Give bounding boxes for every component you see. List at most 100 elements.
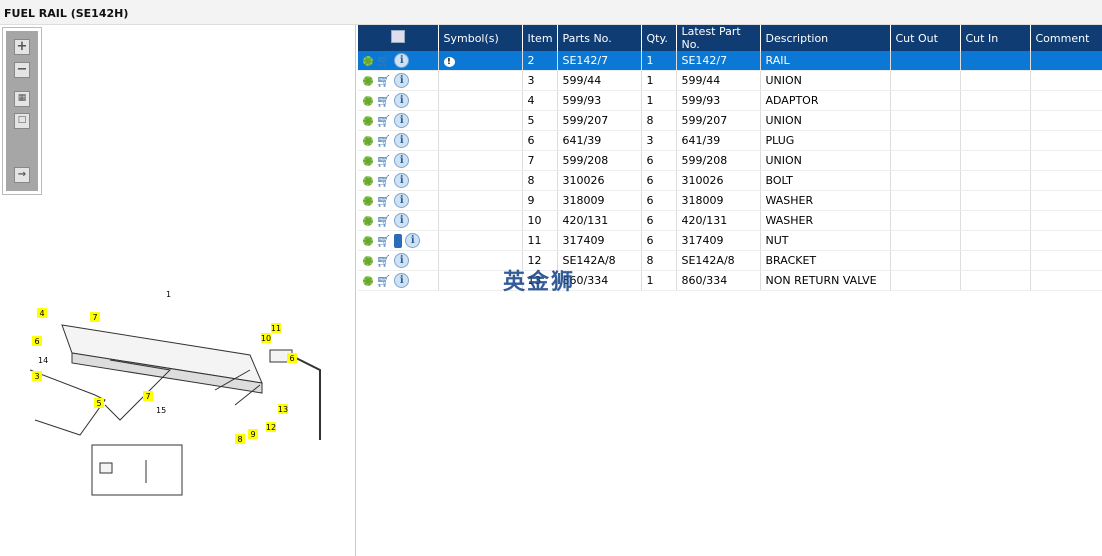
cart-icon[interactable]: 🛒︎ (376, 154, 391, 168)
qty-cell: 1 (641, 270, 677, 291)
table-row[interactable]: 🛒︎ i 6 641/39 3 641/39 PLUG (358, 130, 1102, 151)
table-row[interactable]: 🛒︎ i 5 599/207 8 599/207 UNION (358, 110, 1102, 131)
gear-icon[interactable] (363, 135, 373, 146)
callout-label[interactable]: 5 (94, 398, 104, 408)
gear-icon[interactable] (363, 275, 373, 286)
cart-icon[interactable]: 🛒︎ (376, 254, 391, 268)
gear-icon[interactable] (363, 175, 373, 186)
latest-part-no-cell: 599/208 (676, 150, 761, 171)
info-icon[interactable]: i (394, 133, 410, 148)
callout-label[interactable]: 13 (278, 404, 288, 414)
qty-cell: 6 (641, 230, 677, 251)
comment-cell (1030, 230, 1102, 251)
item-cell: 10 (522, 210, 558, 231)
header-item[interactable]: Item (522, 25, 558, 51)
info-icon[interactable]: i (394, 93, 410, 108)
cart-icon[interactable]: 🛒︎ (376, 194, 391, 208)
cut-in-cell (960, 70, 1031, 91)
info-icon[interactable]: i (394, 253, 410, 268)
table-row[interactable]: 🛒︎ i 4 599/93 1 599/93 ADAPTOR (358, 90, 1102, 111)
book-icon[interactable] (394, 233, 403, 248)
gear-icon[interactable] (363, 255, 373, 266)
comment-cell (1030, 51, 1102, 71)
info-icon[interactable]: i (394, 193, 410, 208)
row-actions: 🛒︎ i (358, 110, 439, 131)
callout-label[interactable]: 6 (32, 336, 42, 346)
header-description[interactable]: Description (760, 25, 891, 51)
info-icon[interactable]: i (394, 53, 410, 68)
header-search[interactable] (358, 25, 439, 51)
info-icon[interactable]: i (394, 113, 410, 128)
table-row[interactable]: 🛒︎ i 12 SE142A/8 8 SE142A/8 BRACKET (358, 250, 1102, 271)
callout-label[interactable]: 9 (248, 429, 258, 439)
header-parts-no[interactable]: Parts No. (557, 25, 642, 51)
callout-label[interactable]: 7 (90, 312, 100, 322)
callout-label[interactable]: 10 (261, 333, 271, 343)
table-row[interactable]: 🛒︎ i 8 310026 6 310026 BOLT (358, 170, 1102, 191)
cart-icon[interactable]: 🛒︎ (376, 54, 391, 68)
callout-label[interactable]: 7 (143, 391, 153, 401)
info-icon[interactable]: i (394, 153, 410, 168)
cut-out-cell (890, 190, 961, 211)
comment-cell (1030, 150, 1102, 171)
header-latest-part-no[interactable]: Latest Part No. (676, 25, 761, 51)
cart-icon[interactable]: 🛒︎ (376, 274, 391, 288)
row-actions: 🛒︎ i (358, 170, 439, 191)
gear-icon[interactable] (363, 195, 373, 206)
gear-icon[interactable] (363, 95, 373, 106)
svg-text:4: 4 (39, 309, 44, 318)
table-row[interactable]: 🛒︎ i 11 317409 6 317409 NUT (358, 230, 1102, 251)
warning-bubble-icon[interactable]: ! (443, 57, 455, 67)
header-symbols[interactable]: Symbol(s) (438, 25, 523, 51)
table-row[interactable]: 🛒︎ i 9 318009 6 318009 WASHER (358, 190, 1102, 211)
header-qty[interactable]: Qty. (641, 25, 677, 51)
callout-label[interactable]: 3 (32, 371, 42, 381)
callout-label[interactable]: 11 (271, 323, 281, 333)
gear-icon[interactable] (363, 155, 373, 166)
table-row[interactable]: 🛒︎ i ! 2 SE142/7 1 SE142/7 RAIL (358, 51, 1102, 71)
svg-text:5: 5 (96, 399, 101, 408)
description-cell: BOLT (760, 170, 891, 191)
cart-icon[interactable]: 🛒︎ (376, 74, 391, 88)
header-cut-out[interactable]: Cut Out (890, 25, 961, 51)
cart-icon[interactable]: 🛒︎ (376, 174, 391, 188)
info-icon[interactable]: i (394, 173, 410, 188)
gear-icon[interactable] (363, 55, 373, 66)
part-no-cell: 310026 (557, 170, 642, 191)
callout-label[interactable]: 6 (287, 353, 297, 363)
cart-icon[interactable]: 🛒︎ (376, 214, 391, 228)
info-icon[interactable]: i (394, 73, 410, 88)
table-row[interactable]: 🛒︎ i 13 860/334 1 860/334 NON RETURN VALV… (358, 270, 1102, 291)
cart-icon[interactable]: 🛒︎ (376, 94, 391, 108)
item-cell: 9 (522, 190, 558, 211)
cart-icon[interactable]: 🛒︎ (376, 114, 391, 128)
info-icon[interactable]: i (405, 233, 421, 248)
description-cell: RAIL (760, 51, 891, 71)
callout-label[interactable]: 8 (235, 434, 245, 444)
table-row[interactable]: 🛒︎ i 3 599/44 1 599/44 UNION (358, 70, 1102, 91)
gear-icon[interactable] (363, 75, 373, 86)
svg-text:9: 9 (250, 430, 255, 439)
info-icon[interactable]: i (394, 213, 410, 228)
header-cut-in[interactable]: Cut In (960, 25, 1031, 51)
gear-icon[interactable] (363, 115, 373, 126)
cart-icon[interactable]: 🛒︎ (376, 234, 391, 248)
description-cell: ADAPTOR (760, 90, 891, 111)
table-row[interactable]: 🛒︎ i 10 420/131 6 420/131 WASHER (358, 210, 1102, 231)
page-title: FUEL RAIL (SE142H) (4, 7, 129, 20)
callout-label[interactable]: 4 (37, 308, 47, 318)
parts-table: Symbol(s) Item Parts No. Qty. Latest Par… (358, 25, 1102, 291)
gear-icon[interactable] (363, 215, 373, 226)
row-actions: 🛒︎ i (358, 90, 439, 111)
cut-out-cell (890, 170, 961, 191)
cut-out-cell (890, 130, 961, 151)
callout-label[interactable]: 12 (266, 422, 276, 432)
comment-cell (1030, 190, 1102, 211)
table-row[interactable]: 🛒︎ i 7 599/208 6 599/208 UNION (358, 150, 1102, 171)
header-comment[interactable]: Comment (1030, 25, 1102, 51)
cart-icon[interactable]: 🛒︎ (376, 134, 391, 148)
part-no-cell: 599/44 (557, 70, 642, 91)
gear-icon[interactable] (363, 235, 373, 246)
info-icon[interactable]: i (394, 273, 410, 288)
search-icon[interactable] (390, 30, 405, 43)
